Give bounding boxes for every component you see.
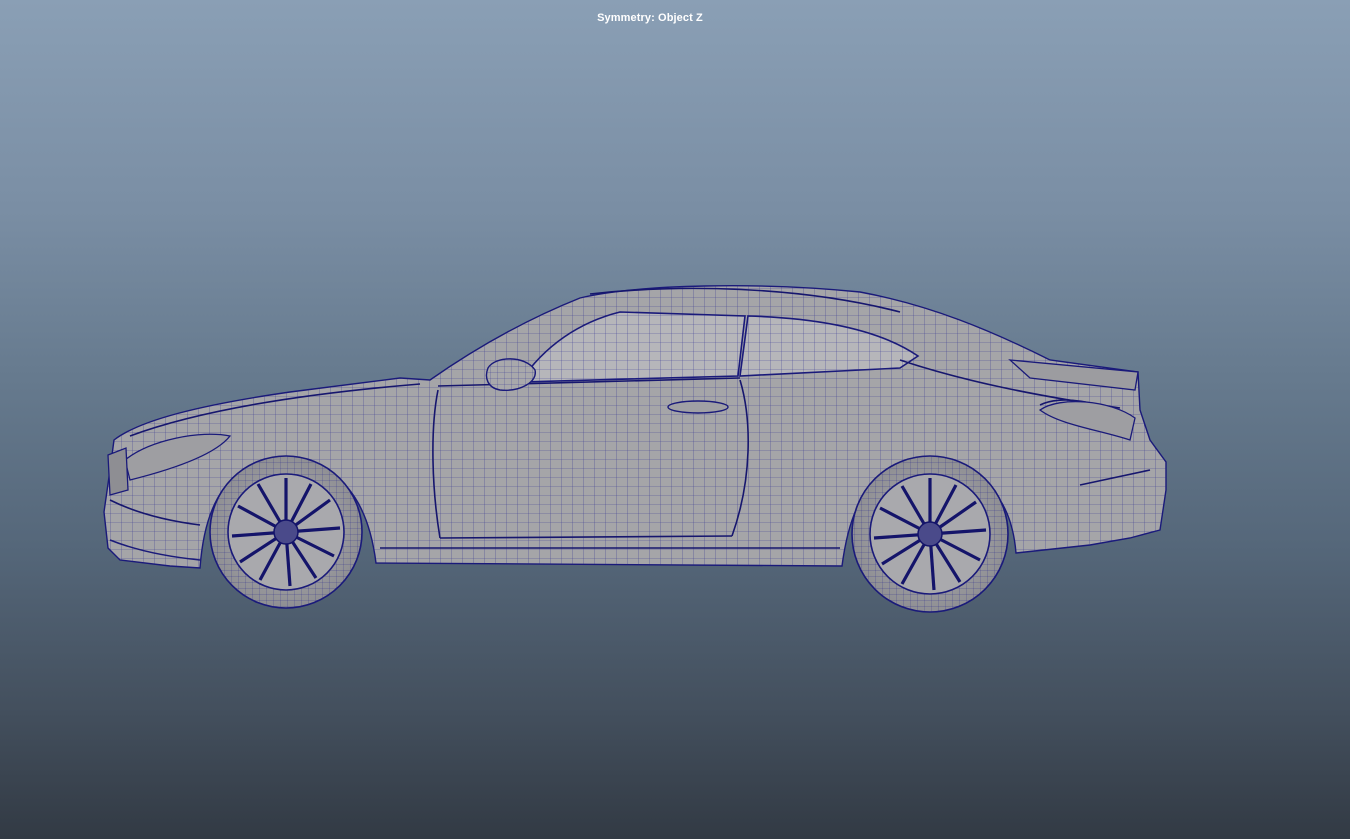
rear-wheel — [851, 455, 1009, 613]
front-wheel — [209, 455, 363, 609]
3d-viewport[interactable]: Symmetry: Object Z — [0, 0, 1350, 839]
car-wireframe-model[interactable] — [0, 0, 1350, 839]
door-handle — [667, 400, 729, 414]
